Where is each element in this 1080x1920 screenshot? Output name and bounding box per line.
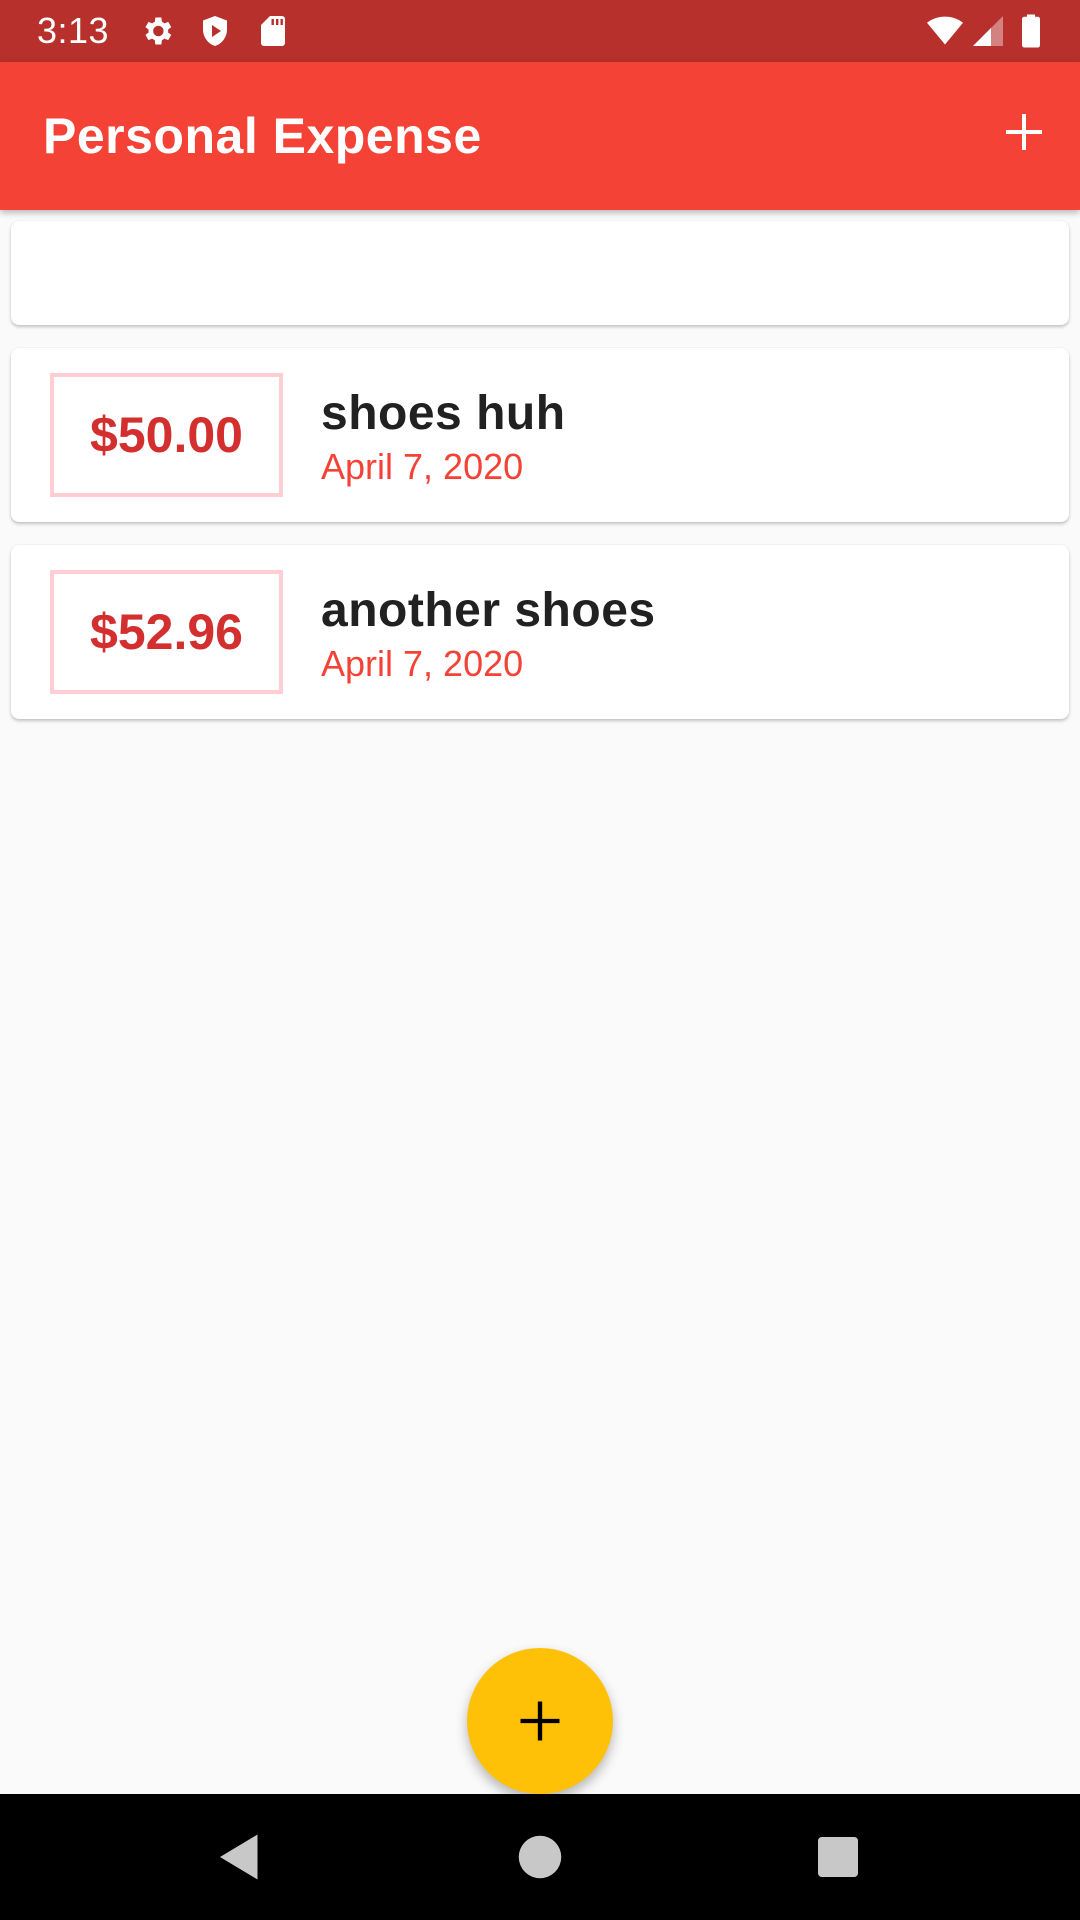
home-button[interactable] [510, 1827, 570, 1887]
app-title: Personal Expense [43, 108, 482, 164]
settings-icon [139, 13, 175, 49]
recents-button[interactable] [808, 1827, 868, 1887]
fab-add-button[interactable] [467, 1648, 613, 1794]
status-time: 3:13 [37, 10, 110, 51]
status-bar: 3:13 [0, 0, 1080, 62]
transaction-date: April 7, 2020 [321, 643, 524, 684]
transaction-title: another shoes [321, 584, 656, 637]
add-transaction-button[interactable] [988, 96, 1060, 168]
battery-icon [1014, 13, 1048, 49]
sd-card-icon [255, 13, 291, 49]
transaction-amount: $50.00 [90, 407, 243, 463]
transaction-amount: $52.96 [90, 604, 243, 660]
recents-icon [818, 1837, 858, 1877]
signal-icon [970, 13, 1006, 49]
transaction-card: $52.96 another shoes April 7, 2020 [11, 545, 1069, 719]
screen: 3:13 Personal Expense $50.00 shoes huh A… [0, 0, 1080, 1920]
shield-icon [197, 13, 233, 49]
back-button[interactable] [210, 1827, 270, 1887]
wifi-icon [924, 13, 966, 49]
chart-card [11, 221, 1069, 325]
add-icon [520, 1701, 560, 1741]
home-icon [518, 1835, 562, 1879]
transaction-date: April 7, 2020 [321, 446, 524, 487]
transaction-title: shoes huh [321, 387, 566, 440]
amount-box: $52.96 [50, 570, 283, 694]
amount-box: $50.00 [50, 373, 283, 497]
navigation-bar [0, 1794, 1080, 1920]
add-icon [1006, 114, 1042, 150]
transaction-card: $50.00 shoes huh April 7, 2020 [11, 348, 1069, 522]
app-bar: Personal Expense [0, 62, 1080, 210]
back-icon [220, 1834, 258, 1880]
